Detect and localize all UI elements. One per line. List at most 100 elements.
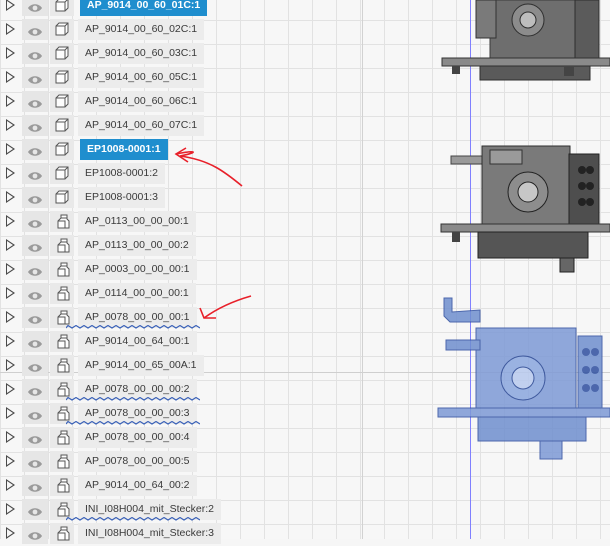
row-label[interactable]: AP_9014_00_60_03C:1 (78, 43, 205, 64)
browser-row[interactable]: AP_0113_00_00_00:1 (0, 210, 230, 234)
expand-triangle-icon[interactable] (6, 47, 15, 59)
linked-component-icon-box[interactable] (50, 283, 74, 304)
visibility-toggle[interactable] (22, 283, 48, 304)
browser-row[interactable]: AP_0078_00_00_00:2 (0, 378, 230, 402)
visibility-toggle[interactable] (22, 355, 48, 376)
row-label[interactable]: AP_0113_00_00_00:2 (78, 235, 196, 256)
browser-row[interactable]: AP_9014_00_60_06C:1 (0, 90, 230, 114)
visibility-toggle[interactable] (22, 499, 48, 520)
row-label[interactable]: AP_9014_00_64_00:1 (78, 331, 197, 352)
visibility-toggle[interactable] (22, 451, 48, 472)
expand-triangle-icon[interactable] (6, 287, 15, 299)
linked-component-icon-box[interactable] (50, 427, 74, 448)
browser-row[interactable]: AP_9014_00_65_00A:1 (0, 354, 230, 378)
row-label[interactable]: EP1008-0001:3 (78, 187, 165, 208)
expand-triangle-icon[interactable] (6, 335, 15, 347)
visibility-toggle[interactable] (22, 379, 48, 400)
expand-triangle-icon[interactable] (6, 479, 15, 491)
expand-triangle-icon[interactable] (6, 407, 15, 419)
browser-row[interactable]: AP_9014_00_64_00:1 (0, 330, 230, 354)
component-icon-box[interactable] (50, 19, 74, 40)
row-label[interactable]: INI_I08H004_mit_Stecker:3 (78, 523, 221, 544)
component-icon-box[interactable] (50, 187, 74, 208)
row-label[interactable]: AP_9014_00_64_00:2 (78, 475, 197, 496)
assembly-model-middle[interactable] (440, 145, 610, 273)
expand-triangle-icon[interactable] (6, 383, 15, 395)
row-label[interactable]: AP_0113_00_00_00:1 (78, 211, 196, 232)
browser-row[interactable]: AP_0078_00_00_00:4 (0, 426, 230, 450)
expand-triangle-icon[interactable] (6, 143, 15, 155)
visibility-toggle[interactable] (22, 403, 48, 424)
assembly-model-highlighted[interactable] (437, 297, 610, 460)
linked-component-icon-box[interactable] (50, 451, 74, 472)
visibility-toggle[interactable] (22, 475, 48, 496)
visibility-toggle[interactable] (22, 187, 48, 208)
visibility-toggle[interactable] (22, 139, 48, 160)
visibility-toggle[interactable] (22, 67, 48, 88)
row-label[interactable]: EP1008-0001:2 (78, 163, 165, 184)
browser-row[interactable]: EP1008-0001:3 (0, 186, 230, 210)
component-icon-box[interactable] (50, 67, 74, 88)
visibility-toggle[interactable] (22, 19, 48, 40)
browser-row[interactable]: EP1008-0001:2 (0, 162, 230, 186)
row-label[interactable]: AP_0114_00_00_00:1 (78, 283, 196, 304)
browser-row[interactable]: AP_0078_00_00_00:3 (0, 402, 230, 426)
browser-row[interactable]: EP1008-0001:1 (0, 138, 230, 162)
visibility-toggle[interactable] (22, 307, 48, 328)
browser-row[interactable]: AP_9014_00_60_05C:1 (0, 66, 230, 90)
linked-component-icon-box[interactable] (50, 259, 74, 280)
expand-triangle-icon[interactable] (6, 263, 15, 275)
visibility-toggle[interactable] (22, 115, 48, 136)
linked-component-icon-box[interactable] (50, 475, 74, 496)
expand-triangle-icon[interactable] (6, 191, 15, 203)
expand-triangle-icon[interactable] (6, 431, 15, 443)
expand-triangle-icon[interactable] (6, 215, 15, 227)
browser-row[interactable]: AP_0003_00_00_00:1 (0, 258, 230, 282)
row-label[interactable]: EP1008-0001:1 (80, 139, 168, 160)
expand-triangle-icon[interactable] (6, 119, 15, 131)
browser-row[interactable]: AP_0078_00_00_00:1 (0, 306, 230, 330)
visibility-toggle[interactable] (22, 163, 48, 184)
visibility-toggle[interactable] (22, 427, 48, 448)
row-label[interactable]: AP_9014_00_60_02C:1 (78, 19, 205, 40)
browser-row[interactable]: AP_0078_00_00_00:5 (0, 450, 230, 474)
visibility-toggle[interactable] (22, 91, 48, 112)
row-label[interactable]: AP_9014_00_60_05C:1 (78, 67, 205, 88)
component-icon-box[interactable] (50, 91, 74, 112)
row-label[interactable]: AP_9014_00_60_01C:1 (80, 0, 208, 16)
linked-component-icon-box[interactable] (50, 235, 74, 256)
expand-triangle-icon[interactable] (6, 167, 15, 179)
expand-triangle-icon[interactable] (6, 527, 15, 539)
expand-triangle-icon[interactable] (6, 503, 15, 515)
component-icon-box[interactable] (50, 163, 74, 184)
visibility-toggle[interactable] (22, 235, 48, 256)
expand-triangle-icon[interactable] (6, 0, 15, 11)
component-icon-box[interactable] (50, 139, 74, 160)
browser-row[interactable]: AP_0114_00_00_00:1 (0, 282, 230, 306)
linked-component-icon-box[interactable] (50, 523, 74, 544)
browser-row[interactable]: AP_9014_00_64_00:2 (0, 474, 230, 498)
assembly-model-top[interactable] (441, 0, 610, 81)
browser-row[interactable]: AP_9014_00_60_01C:1 (0, 0, 230, 18)
component-icon-box[interactable] (50, 0, 74, 16)
component-icon-box[interactable] (50, 115, 74, 136)
visibility-toggle[interactable] (22, 523, 48, 544)
browser-row[interactable]: INI_I08H004_mit_Stecker:2 (0, 498, 230, 522)
browser-row[interactable]: AP_9014_00_60_07C:1 (0, 114, 230, 138)
visibility-toggle[interactable] (22, 0, 48, 16)
visibility-toggle[interactable] (22, 211, 48, 232)
row-label[interactable]: AP_9014_00_60_07C:1 (78, 115, 205, 136)
linked-component-icon-box[interactable] (50, 331, 74, 352)
expand-triangle-icon[interactable] (6, 311, 15, 323)
row-label[interactable]: AP_9014_00_60_06C:1 (78, 91, 205, 112)
row-label[interactable]: AP_0078_00_00_00:4 (78, 427, 197, 448)
linked-component-icon-box[interactable] (50, 355, 74, 376)
expand-triangle-icon[interactable] (6, 23, 15, 35)
visibility-toggle[interactable] (22, 331, 48, 352)
browser-row[interactable]: INI_I08H004_mit_Stecker:3 (0, 522, 230, 546)
row-label[interactable]: AP_0078_00_00_00:5 (78, 451, 197, 472)
linked-component-icon-box[interactable] (50, 211, 74, 232)
expand-triangle-icon[interactable] (6, 95, 15, 107)
component-icon-box[interactable] (50, 43, 74, 64)
expand-triangle-icon[interactable] (6, 359, 15, 371)
